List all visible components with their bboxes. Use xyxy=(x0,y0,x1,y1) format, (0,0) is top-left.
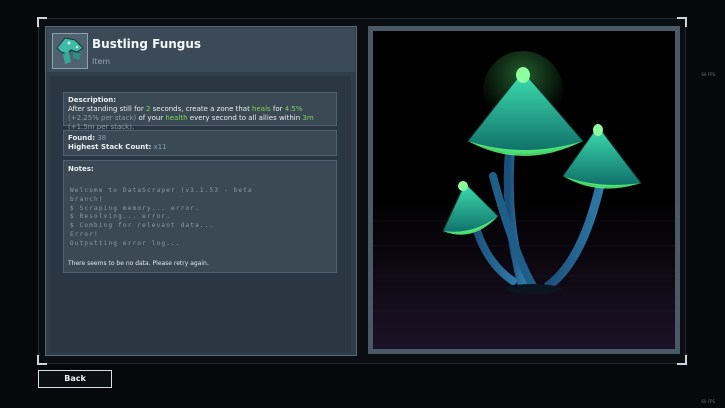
item-header: Bustling Fungus Item xyxy=(47,28,355,72)
log-line: $ Resolving... error. xyxy=(70,213,172,221)
frame-corner xyxy=(677,355,687,365)
log-line: Error! xyxy=(70,230,99,238)
log-line: $ Scraping memory... error. xyxy=(70,204,200,212)
description-label: Description: xyxy=(68,96,117,104)
item-type: Item xyxy=(92,57,111,66)
description-part: After standing still for xyxy=(68,105,146,113)
description-text: After standing still for 2 seconds, crea… xyxy=(68,105,332,132)
fps-counter: 60 FPS xyxy=(701,399,715,404)
found-value: 38 xyxy=(97,134,107,142)
log-line: Welcome to DataScraper (v3.1.53 - beta xyxy=(70,187,253,194)
description-part: for xyxy=(270,105,285,113)
description-part: of your xyxy=(136,114,166,122)
log-line: $ Combing for relevant data... xyxy=(70,222,215,230)
mushroom-icon xyxy=(52,33,88,69)
notes-box: Notes: Welcome to DataScraper (v3.1.53 -… xyxy=(63,160,337,273)
notes-label: Notes: xyxy=(68,165,94,173)
item-preview-panel xyxy=(368,26,680,354)
stack-value: x11 xyxy=(153,143,167,151)
back-button[interactable]: Back xyxy=(38,370,112,388)
found-label: Found: xyxy=(68,134,96,142)
description-box: Description: After standing still for 2 … xyxy=(63,92,337,131)
description-part: 3m xyxy=(302,114,314,122)
item-title: Bustling Fungus xyxy=(92,37,202,51)
item-info-panel: Bustling Fungus Item Description: After … xyxy=(45,26,357,356)
description-part: seconds, create a zone that xyxy=(150,105,253,113)
description-part: (+2.25% per stack) xyxy=(68,114,137,122)
item-details: Description: After standing still for 2 … xyxy=(51,76,351,352)
item-3d-preview[interactable] xyxy=(373,31,675,349)
stack-label: Highest Stack Count: xyxy=(68,143,152,151)
description-part: 4.5% xyxy=(284,105,303,113)
description-part: heals xyxy=(252,105,271,113)
frame-corner xyxy=(37,355,47,365)
no-data-message: There seems to be no data. Please retry … xyxy=(68,260,209,267)
description-part: health xyxy=(165,114,188,122)
log-line: Outputting error log... xyxy=(70,239,181,247)
description-part: every second to all allies within xyxy=(187,114,303,122)
stats-box: Found: 38 Highest Stack Count: x11 xyxy=(63,130,337,156)
fps-counter: 60 FPS xyxy=(701,72,715,77)
log-line: branch) xyxy=(70,195,104,203)
error-log: Welcome to DataScraper (v3.1.53 - beta b… xyxy=(70,187,253,249)
